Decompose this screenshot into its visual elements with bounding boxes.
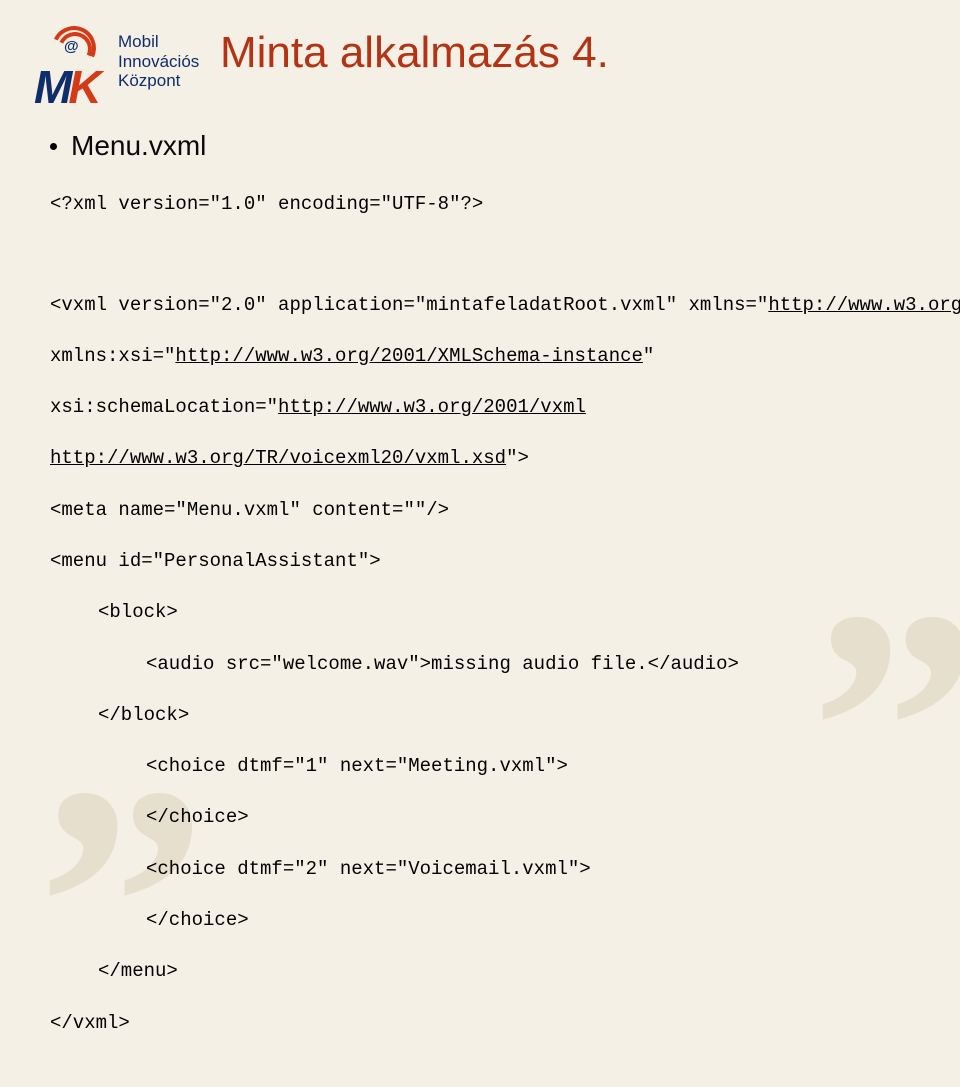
logo-text-line1: Mobil: [118, 32, 199, 52]
code-line: </block>: [50, 703, 910, 729]
code-block: <?xml version="1.0" encoding="UTF-8"?> <…: [50, 166, 910, 1087]
code-line: <audio src="welcome.wav">missing audio f…: [50, 652, 910, 678]
logo-m: M: [34, 61, 68, 113]
code-line: <choice dtmf="2" next="Voicemail.vxml">: [50, 857, 910, 883]
code-line: </vxml>: [50, 1011, 910, 1037]
bullet-text: Menu.vxml: [71, 130, 206, 162]
logo: @ MK Mobil Innovációs Központ: [34, 26, 199, 104]
bullet-line: Menu.vxml: [50, 130, 910, 162]
code-line: </choice>: [50, 805, 910, 831]
code-line: <choice dtmf="1" next="Meeting.vxml">: [50, 754, 910, 780]
logo-text: Mobil Innovációs Központ: [118, 32, 199, 91]
logo-at-icon: @: [64, 38, 79, 55]
logo-k: K: [68, 61, 97, 113]
code-line: http://www.w3.org/TR/voicexml20/vxml.xsd…: [50, 446, 910, 472]
bullet-icon: [50, 143, 57, 150]
code-line: <?xml version="1.0" encoding="UTF-8"?>: [50, 192, 910, 218]
logo-text-line2: Innovációs: [118, 52, 199, 72]
code-line: <vxml version="2.0" application="mintafe…: [50, 293, 910, 319]
code-line: xmlns:xsi="http://www.w3.org/2001/XMLSch…: [50, 344, 910, 370]
content: Menu.vxml <?xml version="1.0" encoding="…: [50, 130, 910, 1087]
code-line: </menu>: [50, 959, 910, 985]
code-line: <meta name="Menu.vxml" content=""/>: [50, 498, 910, 524]
logo-mark: @ MK: [34, 26, 112, 104]
code-line: <block>: [50, 600, 910, 626]
code-line: </choice>: [50, 908, 910, 934]
code-line: <menu id="PersonalAssistant">: [50, 549, 910, 575]
logo-mk: MK: [34, 69, 98, 106]
page-title: Minta alkalmazás 4.: [220, 28, 609, 78]
logo-text-line3: Központ: [118, 71, 199, 91]
code-line: xsi:schemaLocation="http://www.w3.org/20…: [50, 395, 910, 421]
